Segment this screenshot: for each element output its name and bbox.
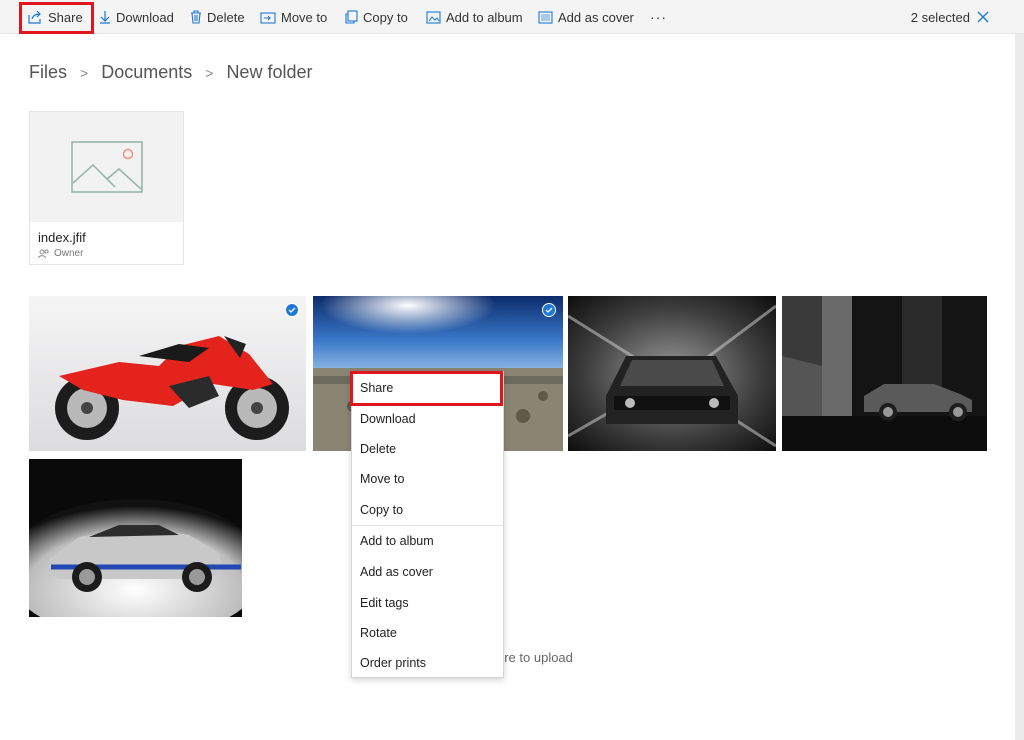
people-icon <box>38 248 49 258</box>
move-icon <box>260 11 276 24</box>
file-name[interactable]: index.jfif <box>38 230 86 245</box>
move-to-button[interactable]: Move to <box>260 0 327 34</box>
menu-item-add-to-album[interactable]: Add to album <box>352 527 503 555</box>
upload-hint: ere to upload <box>497 650 573 665</box>
file-thumbnail <box>30 112 183 222</box>
file-owner: Owner <box>38 248 83 259</box>
download-label: Download <box>116 9 174 25</box>
copy-icon <box>345 10 358 24</box>
photo-red-motorcycle[interactable] <box>29 296 306 451</box>
scrollbar[interactable] <box>1015 34 1024 740</box>
trash-icon <box>191 10 201 24</box>
more-label: ··· <box>650 9 667 25</box>
image-placeholder-icon <box>70 141 143 193</box>
delete-button[interactable]: Delete <box>190 0 245 34</box>
dark-car-front-image <box>568 296 776 451</box>
copy-to-button[interactable]: Copy to <box>345 0 408 34</box>
breadcrumb-separator: > <box>205 64 214 81</box>
photo-dark-car-front[interactable] <box>568 296 776 451</box>
add-as-cover-label: Add as cover <box>558 9 634 25</box>
selected-check-icon[interactable] <box>285 303 299 317</box>
file-card[interactable]: index.jfif Owner <box>29 111 184 265</box>
menu-share-highlight <box>350 371 503 406</box>
add-as-cover-button[interactable]: Add as cover <box>538 0 634 34</box>
silver-mustang-image <box>29 459 242 617</box>
menu-divider <box>352 525 503 526</box>
menu-item-move-to[interactable]: Move to <box>352 465 503 493</box>
cover-icon <box>538 10 553 24</box>
breadcrumb: Files > Documents > New folder <box>29 62 312 83</box>
menu-item-rotate[interactable]: Rotate <box>352 619 503 647</box>
photo-silver-mustang[interactable] <box>29 459 242 617</box>
selected-check-icon[interactable] <box>542 303 556 317</box>
dark-car-side-image <box>782 296 987 451</box>
photo-dark-car-side[interactable] <box>782 296 987 451</box>
album-icon <box>426 10 441 24</box>
move-to-label: Move to <box>281 9 328 25</box>
menu-item-delete[interactable]: Delete <box>352 435 503 463</box>
motorcycle-image <box>29 296 306 451</box>
menu-item-edit-tags[interactable]: Edit tags <box>352 589 503 617</box>
selection-count: 2 selected <box>910 9 970 25</box>
breadcrumb-separator: > <box>80 64 89 81</box>
close-icon[interactable] <box>975 9 991 25</box>
download-icon <box>100 11 110 24</box>
context-menu: Share Download Delete Move to Copy to Ad… <box>351 371 504 678</box>
copy-to-label: Copy to <box>363 9 408 25</box>
download-button[interactable]: Download <box>99 0 174 34</box>
share-button-highlight <box>19 2 94 34</box>
add-to-album-button[interactable]: Add to album <box>426 0 523 34</box>
menu-item-add-as-cover[interactable]: Add as cover <box>352 558 503 586</box>
breadcrumb-documents[interactable]: Documents <box>101 62 192 83</box>
breadcrumb-files[interactable]: Files <box>29 62 67 83</box>
command-bar: Share Download Delete Move to Copy to Ad… <box>0 0 1024 34</box>
delete-label: Delete <box>207 9 245 25</box>
add-to-album-label: Add to album <box>446 9 523 25</box>
file-owner-label: Owner <box>54 248 84 259</box>
menu-item-copy-to[interactable]: Copy to <box>352 496 503 524</box>
menu-item-download[interactable]: Download <box>352 405 503 433</box>
more-button[interactable]: ··· <box>650 0 667 34</box>
menu-item-order-prints[interactable]: Order prints <box>352 649 503 677</box>
breadcrumb-new-folder: New folder <box>226 62 313 82</box>
